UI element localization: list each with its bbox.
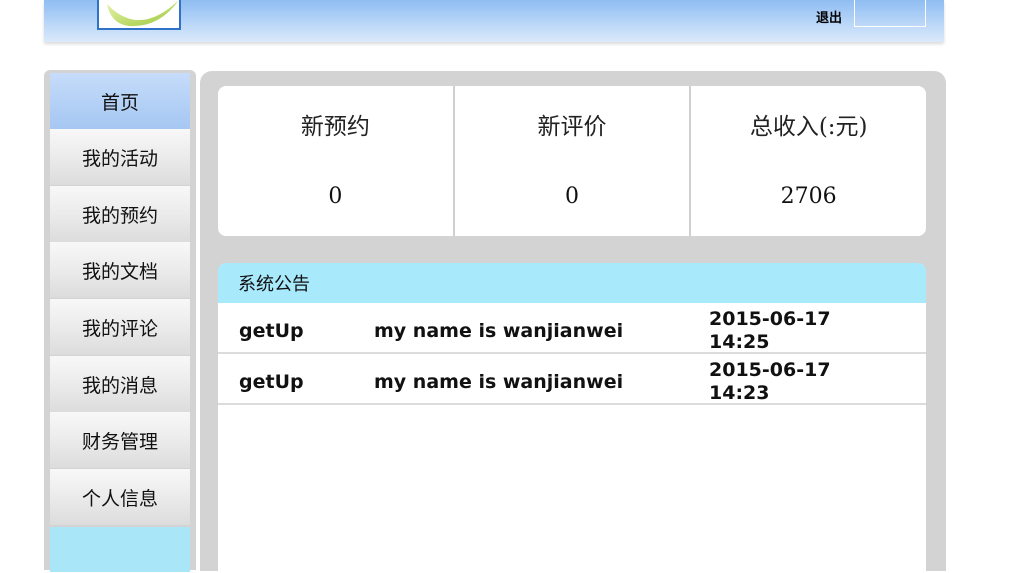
logout-link[interactable]: 退出 (816, 7, 842, 26)
sidebar: 首页 我的活动 我的预约 我的文档 我的评论 我的消息 财务管理 个人信息 (44, 70, 196, 572)
logo (97, 0, 181, 30)
notice-type: getUp (239, 320, 304, 342)
stat-new-reviews[interactable]: 新评价 0 (452, 86, 690, 236)
stat-label: 新评价 (537, 114, 607, 140)
sidebar-item-home[interactable]: 首页 (50, 73, 190, 129)
notice-content[interactable]: my name is wanjianwei (374, 320, 623, 342)
notice-content[interactable]: my name is wanjianwei (374, 371, 623, 393)
stat-value: 2706 (780, 184, 837, 209)
header-user-box (854, 0, 926, 27)
stat-label: 新预约 (300, 114, 370, 140)
stat-value: 0 (328, 184, 343, 209)
sidebar-item-my-comments[interactable]: 我的评论 (50, 299, 190, 355)
sidebar-item-profile[interactable]: 个人信息 (50, 469, 190, 525)
notice-time: 2015-06-17 14:25 (709, 308, 831, 353)
sidebar-item-finance[interactable]: 财务管理 (50, 412, 190, 468)
notice-row[interactable]: getUp my name is wanjianwei 2015-06-17 1… (218, 303, 926, 354)
top-header: 退出 (44, 0, 944, 42)
main-panel: 新预约 0 新评价 0 总收入(:元) 2706 系统公告 getUp my n… (200, 71, 946, 573)
sidebar-item-my-messages[interactable]: 我的消息 (50, 356, 190, 412)
stat-value: 0 (565, 184, 579, 209)
notice-title: 系统公告 (218, 263, 926, 303)
notice-type: getUp (239, 371, 304, 393)
stats-panel: 新预约 0 新评价 0 总收入(:元) 2706 (218, 86, 926, 236)
sidebar-item-my-documents[interactable]: 我的文档 (50, 242, 190, 298)
sidebar-item-my-appointments[interactable]: 我的预约 (50, 186, 190, 242)
notice-time: 2015-06-17 14:23 (709, 359, 831, 404)
stat-total-income[interactable]: 总收入(:元) 2706 (689, 86, 926, 236)
stat-label: 总收入(:元) (749, 114, 868, 140)
sidebar-footer (50, 527, 190, 572)
stat-new-appointments[interactable]: 新预约 0 (218, 86, 453, 236)
system-notice-panel: 系统公告 getUp my name is wanjianwei 2015-06… (218, 263, 926, 573)
sidebar-item-my-activities[interactable]: 我的活动 (50, 129, 190, 185)
notice-row[interactable]: getUp my name is wanjianwei 2015-06-17 1… (218, 354, 926, 405)
